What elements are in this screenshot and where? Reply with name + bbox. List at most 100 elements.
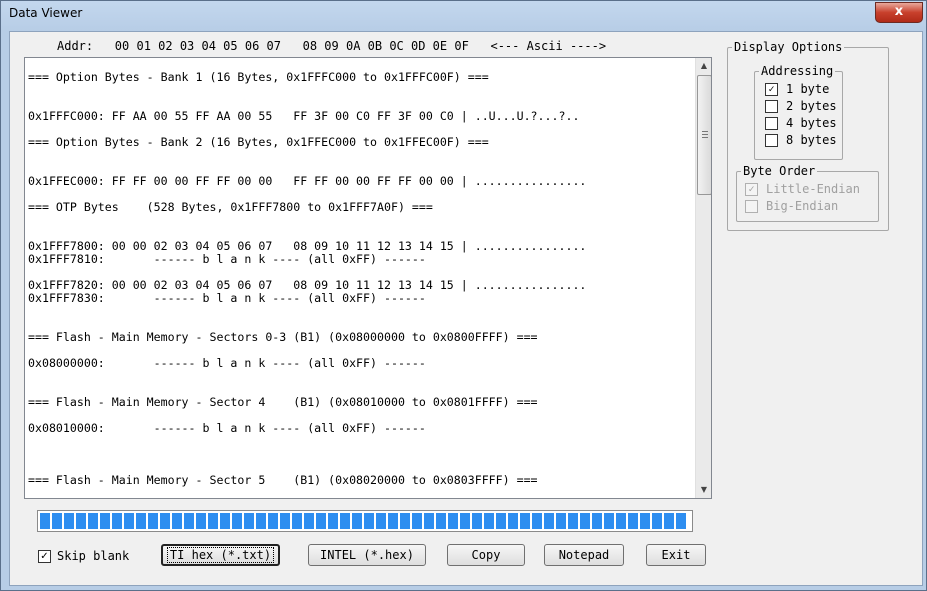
progress-segment <box>148 513 158 529</box>
progress-segment <box>676 513 686 529</box>
progress-segment <box>484 513 494 529</box>
progress-segment <box>124 513 134 529</box>
addressing-option-label: 2 bytes <box>786 99 837 113</box>
progress-segment <box>460 513 470 529</box>
progress-segment <box>388 513 398 529</box>
progress-segment <box>400 513 410 529</box>
close-button[interactable]: x <box>875 2 923 23</box>
progress-segment <box>64 513 74 529</box>
arrow-down-icon[interactable]: ▼ <box>696 482 711 498</box>
hex-dump-textbox[interactable]: === Option Bytes - Bank 1 (16 Bytes, 0x1… <box>24 57 712 499</box>
progress-segment <box>496 513 506 529</box>
progress-segment <box>268 513 278 529</box>
progress-segment <box>136 513 146 529</box>
progress-segment <box>52 513 62 529</box>
progress-segment <box>424 513 434 529</box>
dump-line <box>28 448 690 461</box>
dialog-client-area: Addr: 00 01 02 03 04 05 06 07 08 09 0A 0… <box>9 31 923 586</box>
progress-segment <box>100 513 110 529</box>
addressing-checkbox[interactable] <box>765 116 778 130</box>
ti-hex-button[interactable]: TI hex (*.txt) <box>161 544 280 566</box>
checkmark-icon: ✓ <box>745 182 758 196</box>
dump-line: 0x08000000: ------ b l a n k ---- (all 0… <box>28 356 426 370</box>
progress-segment <box>256 513 266 529</box>
progress-segment <box>160 513 170 529</box>
addressing-option-label: 8 bytes <box>786 133 837 147</box>
skip-blank-label: Skip blank <box>57 549 130 563</box>
progress-segment <box>448 513 458 529</box>
progress-segment <box>616 513 626 529</box>
progress-segment <box>508 513 518 529</box>
dump-line <box>28 370 690 383</box>
progress-segment <box>364 513 374 529</box>
dump-line: === Flash - Main Memory - Sector 4 (B1) … <box>28 395 538 409</box>
hex-dump-content[interactable]: === Option Bytes - Bank 1 (16 Bytes, 0x1… <box>28 71 690 487</box>
addressing-option-1-byte[interactable]: ✓ 1 byte <box>765 82 829 96</box>
dump-line: === Flash - Main Memory - Sector 5 (B1) … <box>28 473 538 487</box>
progress-segment <box>196 513 206 529</box>
arrow-up-icon[interactable]: ▲ <box>696 58 711 74</box>
progress-segment <box>172 513 182 529</box>
intel-hex-button[interactable]: INTEL (*.hex) <box>308 544 426 566</box>
addressing-option-label: 4 bytes <box>786 116 837 130</box>
notepad-button[interactable]: Notepad <box>544 544 624 566</box>
progress-segment <box>664 513 674 529</box>
addressing-title: Addressing <box>759 64 836 78</box>
address-column-header: Addr: 00 01 02 03 04 05 06 07 08 09 0A 0… <box>57 39 607 53</box>
progress-segment <box>652 513 662 529</box>
dump-line: 0x08010000: ------ b l a n k ---- (all 0… <box>28 421 426 435</box>
skip-blank-checkbox[interactable]: ✓ Skip blank <box>38 548 129 564</box>
progress-segment <box>592 513 602 529</box>
scrollbar-thumb[interactable] <box>697 75 711 195</box>
progress-segment <box>184 513 194 529</box>
skip-blank-check-box[interactable]: ✓ <box>38 549 51 563</box>
progress-segment <box>304 513 314 529</box>
title-bar[interactable]: Data Viewer x <box>1 1 926 29</box>
progress-segment <box>88 513 98 529</box>
dump-line <box>28 214 690 227</box>
close-icon: x <box>894 4 904 19</box>
addressing-option-8-bytes[interactable]: 8 bytes <box>765 133 837 147</box>
byte-order-option-label: Big-Endian <box>766 199 839 213</box>
addressing-checkbox[interactable] <box>765 99 778 113</box>
progress-segment <box>340 513 350 529</box>
progress-segment <box>556 513 566 529</box>
byte-order-title: Byte Order <box>741 164 818 178</box>
progress-segment <box>112 513 122 529</box>
progress-segment <box>220 513 230 529</box>
progress-segment <box>412 513 422 529</box>
addressing-option-2-bytes[interactable]: 2 bytes <box>765 99 837 113</box>
progress-segment <box>280 513 290 529</box>
progress-segment <box>244 513 254 529</box>
progress-segment <box>232 513 242 529</box>
dump-line <box>28 435 690 448</box>
progress-segment <box>352 513 362 529</box>
dump-line: === OTP Bytes (528 Bytes, 0x1FFF7800 to … <box>28 200 433 214</box>
progress-segment <box>76 513 86 529</box>
dump-line: === Option Bytes - Bank 1 (16 Bytes, 0x1… <box>28 70 489 84</box>
progress-segment <box>628 513 638 529</box>
copy-button[interactable]: Copy <box>447 544 525 566</box>
dump-line: === Flash - Main Memory - Sectors 0-3 (B… <box>28 330 538 344</box>
dump-line: 0x1FFFC000: FF AA 00 55 FF AA 00 55 FF 3… <box>28 109 580 123</box>
progress-segment <box>472 513 482 529</box>
byte-order-group: Byte Order ✓ Little-Endian Big-Endian <box>736 164 879 222</box>
dump-line <box>28 305 690 318</box>
progress-segment <box>640 513 650 529</box>
progress-segment <box>580 513 590 529</box>
ti-hex-button-label: TI hex (*.txt) <box>166 547 275 563</box>
display-options-title: Display Options <box>732 40 845 54</box>
checkmark-icon[interactable]: ✓ <box>765 82 778 96</box>
addressing-checkbox[interactable] <box>765 133 778 147</box>
exit-button[interactable]: Exit <box>646 544 706 566</box>
window-title: Data Viewer <box>9 6 83 20</box>
addressing-option-4-bytes[interactable]: 4 bytes <box>765 116 837 130</box>
dump-line: 0x1FFF7810: ------ b l a n k ---- (all 0… <box>28 252 426 266</box>
byte-order-checkbox <box>745 199 758 213</box>
progress-segment <box>208 513 218 529</box>
vertical-scrollbar[interactable]: ▲ ▼ <box>695 58 711 498</box>
progress-segment <box>532 513 542 529</box>
dump-line <box>28 149 690 162</box>
byte-order-option-label: Little-Endian <box>766 182 860 196</box>
progress-bar <box>37 510 693 532</box>
